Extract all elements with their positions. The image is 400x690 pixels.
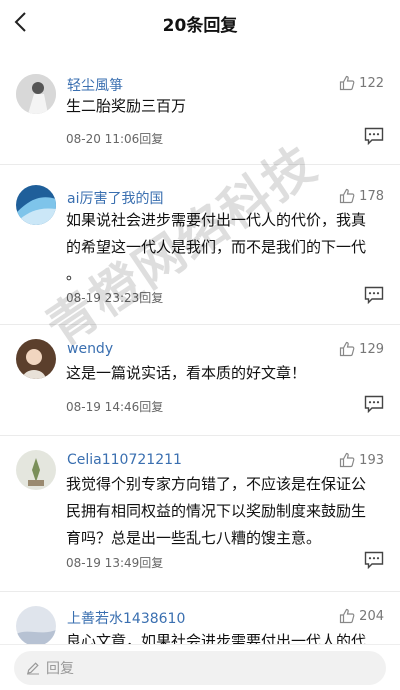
comment-text-line: 如果说社会进步需要付出一代人的代价，我真 (66, 211, 367, 229)
comment-text-line: 。 (66, 265, 82, 283)
comment-username[interactable]: ai厉害了我的国 (67, 188, 163, 208)
comment-text: 这是一篇说实话，看本质的好文章！ (66, 360, 386, 387)
comment-meta: 08-19 23:23回复 (66, 289, 163, 306)
comment-text: 如果说社会进步需要付出一代人的代价，我真 的希望这一代人是我们，而不是我们的下一… (66, 207, 386, 288)
comment-text: 我觉得个别专家方向错了，不应该是在保证公 民拥有相同权益的情况下以奖励制度来鼓励… (66, 471, 386, 552)
avatar[interactable] (16, 450, 56, 490)
avatar-image (16, 185, 56, 225)
reply-link[interactable]: 回复 (139, 556, 163, 570)
comment-text: 良心文章，如果社会进步需要付出一代人的代 (66, 628, 386, 644)
comment-username[interactable]: 上善若水1438610 (67, 608, 185, 628)
comment-meta: 08-19 14:46回复 (66, 398, 163, 415)
avatar-image (16, 74, 56, 114)
thumbs-up-icon (340, 608, 355, 624)
avatar-image (16, 606, 56, 644)
avatar-image (16, 339, 56, 379)
thumbs-up-icon (340, 75, 355, 91)
comment-text-line: 我觉得个别专家方向错了，不应该是在保证公 (66, 475, 367, 493)
comment-username[interactable]: 轻尘風箏 (67, 75, 123, 95)
reply-placeholder: 回复 (46, 661, 74, 677)
like-count: 129 (359, 341, 384, 357)
thumbs-up-icon (340, 452, 355, 468)
bottom-reply-bar: 回复 (0, 644, 400, 690)
comment-text: 生二胎奖励三百万 (66, 93, 386, 120)
reply-button[interactable] (364, 395, 384, 414)
like-count: 204 (359, 608, 384, 624)
thumbs-up-icon (340, 341, 355, 357)
comment-meta: 08-19 13:49回复 (66, 554, 163, 571)
comment-text-line: 良心文章，如果社会进步需要付出一代人的代 (66, 632, 367, 644)
like-button[interactable]: 178 (339, 188, 384, 204)
reply-button[interactable] (364, 286, 384, 305)
comment-time: 08-19 14:46 (66, 400, 140, 414)
avatar[interactable] (16, 339, 56, 379)
like-count: 193 (359, 452, 384, 468)
reply-input[interactable]: 回复 (14, 651, 386, 685)
reply-button[interactable] (364, 127, 384, 146)
page-title: 20条回复 (162, 16, 238, 36)
thumbs-up-icon (340, 188, 355, 204)
like-count: 122 (359, 75, 384, 91)
like-button[interactable]: 129 (339, 341, 384, 357)
comment-bubble-icon (364, 395, 384, 414)
comment-item: ai厉害了我的国 178 如果说社会进步需要付出一代人的代价，我真 的希望这一代… (0, 165, 400, 325)
reply-link[interactable]: 回复 (139, 132, 163, 146)
comment-list[interactable]: 轻尘風箏 122 生二胎奖励三百万 08-20 11:06回复 ai厉害了我的国… (0, 44, 400, 644)
like-button[interactable]: 204 (339, 608, 384, 624)
avatar[interactable] (16, 606, 56, 644)
avatar-image (16, 450, 56, 490)
comment-item: 轻尘風箏 122 生二胎奖励三百万 08-20 11:06回复 (0, 44, 400, 165)
comment-meta: 08-20 11:06回复 (66, 130, 163, 147)
comment-item: Celia110721211 193 我觉得个别专家方向错了，不应该是在保证公 … (0, 436, 400, 592)
like-count: 178 (359, 188, 384, 204)
avatar[interactable] (16, 185, 56, 225)
like-button[interactable]: 122 (339, 75, 384, 91)
reply-button[interactable] (364, 551, 384, 570)
comment-time: 08-19 23:23 (66, 291, 140, 305)
comment-username[interactable]: Celia110721211 (67, 452, 182, 468)
comment-text-line: 生二胎奖励三百万 (66, 97, 187, 115)
comment-text-line: 民拥有相同权益的情况下以奖励制度来鼓励生 (66, 502, 367, 520)
comment-time: 08-19 13:49 (66, 556, 140, 570)
comment-bubble-icon (364, 286, 384, 305)
reply-link[interactable]: 回复 (139, 291, 163, 305)
comment-bubble-icon (364, 127, 384, 146)
header-bar: 20条回复 (0, 0, 400, 44)
avatar[interactable] (16, 74, 56, 114)
comment-item: wendy 129 这是一篇说实话，看本质的好文章！ 08-19 14:46回复 (0, 325, 400, 436)
comment-time: 08-20 11:06 (66, 132, 140, 146)
like-button[interactable]: 193 (339, 452, 384, 468)
comment-bubble-icon (364, 551, 384, 570)
comment-text-line: 的希望这一代人是我们，而不是我们的下一代 (66, 238, 367, 256)
comment-text-line: 这是一篇说实话，看本质的好文章！ (66, 364, 307, 382)
comment-username[interactable]: wendy (67, 341, 113, 357)
comment-item: 上善若水1438610 204 良心文章，如果社会进步需要付出一代人的代 (0, 592, 400, 644)
pencil-icon (27, 662, 39, 675)
reply-link[interactable]: 回复 (139, 400, 163, 414)
comment-text-line: 育吗？总是出一些乱七八糟的馊主意。 (66, 529, 322, 547)
